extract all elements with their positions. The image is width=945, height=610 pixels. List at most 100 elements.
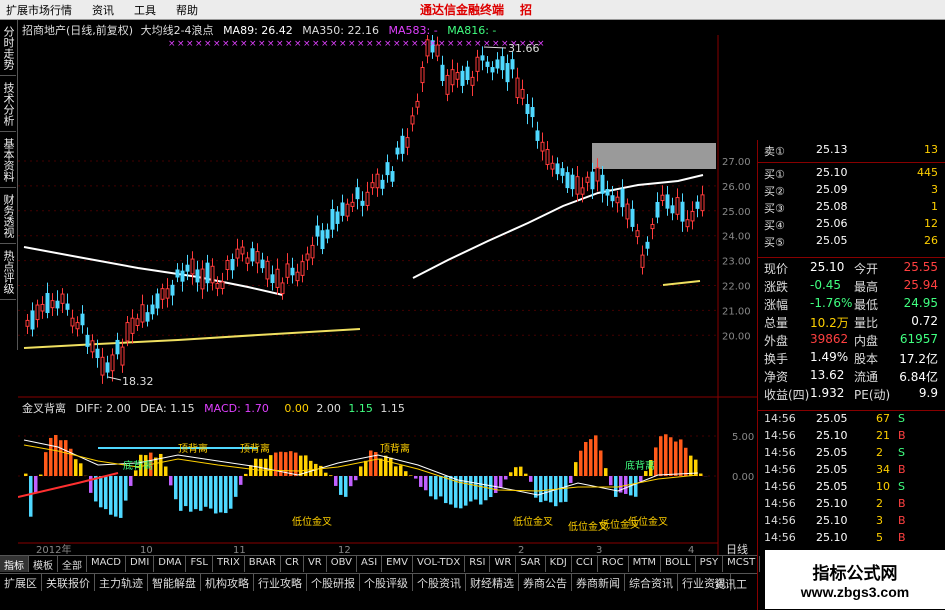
indicator-tab[interactable]: CR xyxy=(281,556,304,572)
macd-bar xyxy=(159,454,163,476)
ma-marker: × xyxy=(240,39,248,49)
indicator-tab[interactable]: VOL-TDX xyxy=(413,556,465,572)
menu-item-tools[interactable]: 工具 xyxy=(128,2,170,18)
bottom-tab[interactable]: 个股评级 xyxy=(360,574,413,591)
indicator-tab[interactable]: FSL xyxy=(186,556,213,572)
macd-bar xyxy=(34,476,38,493)
candle-body xyxy=(401,136,404,153)
indicator-tab[interactable]: BRAR xyxy=(245,556,281,572)
macd-bar xyxy=(419,476,423,487)
ma-marker: × xyxy=(339,39,347,49)
date-label: 4 xyxy=(688,545,694,555)
buy-label: 买① xyxy=(764,166,785,182)
bottom-tab[interactable]: 个股研报 xyxy=(307,574,360,591)
date-label: 12 xyxy=(338,545,351,555)
macd-bar xyxy=(429,476,433,496)
macd-bar xyxy=(289,451,293,476)
macd-bar xyxy=(564,476,568,502)
candle-body xyxy=(86,335,89,346)
bottom-tab[interactable]: 行业攻略 xyxy=(254,574,307,591)
bottom-tab[interactable]: 智能解盘 xyxy=(148,574,201,591)
indicator-tab[interactable]: ROC xyxy=(598,556,629,572)
indicator-tab[interactable]: CCI xyxy=(572,556,598,572)
macd-bar xyxy=(439,476,443,496)
buy-label: 买④ xyxy=(764,217,785,233)
indicator-tab[interactable]: PSY xyxy=(696,556,724,572)
bottom-tab[interactable]: 财经精选 xyxy=(466,574,519,591)
menu-item-help[interactable]: 帮助 xyxy=(170,2,212,18)
indicator-tab[interactable]: EMV xyxy=(382,556,413,572)
indicator-tab[interactable]: DMI xyxy=(126,556,154,572)
macd-bar xyxy=(489,476,493,497)
buy-vol: 3 xyxy=(931,183,938,196)
tab-hot-rating[interactable]: 热点评级 xyxy=(0,244,16,300)
tick-price: 25.10 xyxy=(816,497,848,510)
indicator-tab[interactable]: BOLL xyxy=(661,556,696,572)
menu-item-market[interactable]: 扩展市场行情 xyxy=(0,2,86,18)
quote-panel: 卖① 25.13 13 买① 25.10 445 买② 25.09 3 买③ 2… xyxy=(757,140,945,610)
tick-price: 25.10 xyxy=(816,429,848,442)
macd-bar xyxy=(414,476,418,479)
menu-item-news[interactable]: 资讯 xyxy=(86,2,128,18)
indicator-tab[interactable]: DMA xyxy=(154,556,186,572)
indicator-tab[interactable]: ASI xyxy=(357,556,382,572)
macd-bar xyxy=(424,476,428,490)
indicator-tab[interactable]: SAR xyxy=(516,556,545,572)
tick-volume: 2 xyxy=(876,446,883,459)
tick-side: B xyxy=(898,514,906,527)
macd-bar xyxy=(229,476,233,509)
tick-time: 14:56 xyxy=(764,446,796,459)
indicator-tab[interactable]: 模板 xyxy=(29,556,58,572)
candle-body xyxy=(446,75,449,94)
bottom-tab[interactable]: 券商公告 xyxy=(519,574,572,591)
bottom-tab[interactable]: 券商新闻 xyxy=(572,574,625,591)
period-tab[interactable]: 日线 xyxy=(726,541,748,557)
quote-label-2: 内盘 xyxy=(854,332,878,349)
bottom-tab[interactable]: 关联报价 xyxy=(42,574,95,591)
indicator-tab[interactable]: OBV xyxy=(327,556,357,572)
macd-bar xyxy=(224,476,228,513)
indicator-tab[interactable]: TRIX xyxy=(213,556,245,572)
quote-value-2: 24.95 xyxy=(904,296,938,310)
macd-bar xyxy=(434,476,438,499)
macd-bar xyxy=(474,476,478,500)
macd-bar xyxy=(264,459,268,476)
candle-body xyxy=(316,226,319,236)
bottom-tab[interactable]: 扩展区 xyxy=(0,574,42,591)
news-tab[interactable]: 资讯工 xyxy=(714,576,747,592)
indicator-tab[interactable]: MTM xyxy=(629,556,661,572)
indicator-tab[interactable]: VR xyxy=(304,556,327,572)
quote-row: 收益(四) 1.932 PE(动) 9.9 xyxy=(758,386,938,403)
bottom-tab[interactable]: 主力轨迹 xyxy=(95,574,148,591)
quote-value: 39862 xyxy=(810,332,848,346)
tab-technical[interactable]: 技术分析 xyxy=(0,76,16,132)
tab-intraday[interactable]: 分时走势 xyxy=(0,20,16,76)
candle-body xyxy=(656,202,659,217)
promo-banner[interactable]: 通达信金融终端 xyxy=(420,1,504,18)
indicator-tab[interactable]: KDJ xyxy=(546,556,572,572)
bottom-tab[interactable]: 综合资讯 xyxy=(625,574,678,591)
ma-marker: × xyxy=(411,39,419,49)
bottom-tab[interactable]: 个股资讯 xyxy=(413,574,466,591)
tab-financials[interactable]: 财务透视 xyxy=(0,188,16,244)
bottom-tabs: 扩展区关联报价主力轨迹智能解盘机构攻略行业攻略个股研报个股评级个股资讯财经精选券… xyxy=(0,573,757,591)
ma-yellow-line-2 xyxy=(663,281,700,285)
macd-bar xyxy=(119,476,123,518)
tab-fundamentals[interactable]: 基本资料 xyxy=(0,132,16,188)
bottom-tab[interactable]: 机构攻略 xyxy=(201,574,254,591)
indicator-tab[interactable]: MCST xyxy=(723,556,760,572)
tick-time: 14:56 xyxy=(764,531,796,544)
indicator-tab[interactable]: 全部 xyxy=(58,556,87,572)
indicator-tab[interactable]: RSI xyxy=(465,556,490,572)
quote-row: 外盘 39862 内盘 61957 xyxy=(758,332,938,349)
candle-body xyxy=(111,355,114,371)
macd-bar xyxy=(194,476,198,509)
price-chart[interactable]: 27.0026.0025.0024.0023.0022.0021.0020.00… xyxy=(18,35,757,555)
indicator-tab[interactable]: 指标 xyxy=(0,556,29,572)
tick-volume: 3 xyxy=(876,514,883,527)
indicator-tab[interactable]: WR xyxy=(490,556,516,572)
tick-volume: 5 xyxy=(876,531,883,544)
macd-bar xyxy=(574,462,578,476)
promo-banner-2[interactable]: 招 xyxy=(520,1,532,18)
indicator-tab[interactable]: MACD xyxy=(87,556,126,572)
